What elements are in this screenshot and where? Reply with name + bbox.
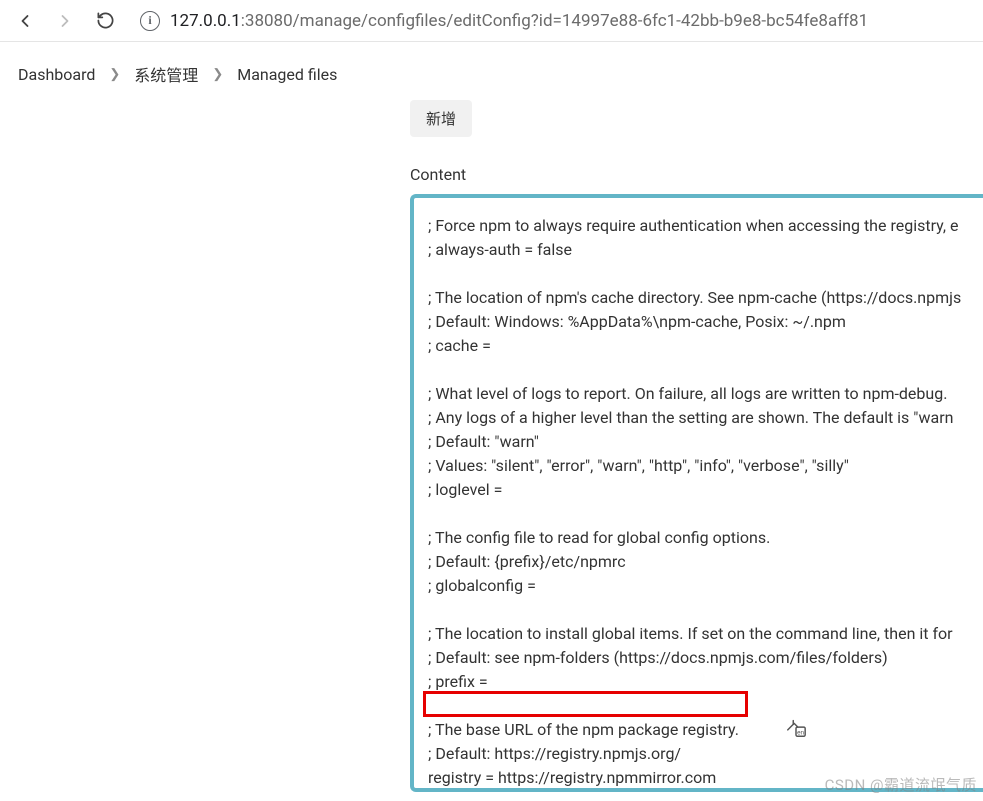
breadcrumb-managed-files[interactable]: Managed files xyxy=(237,65,337,84)
chevron-right-icon: ❯ xyxy=(212,67,223,82)
content-label: Content xyxy=(410,165,983,184)
translate-icon[interactable]: en xyxy=(784,717,808,739)
content-textarea[interactable]: ; Force npm to always require authentica… xyxy=(410,194,983,792)
content-text: ; Force npm to always require authentica… xyxy=(428,216,961,792)
add-button[interactable]: 新增 xyxy=(410,100,472,137)
breadcrumb-system-manage[interactable]: 系统管理 xyxy=(134,62,198,86)
breadcrumb: Dashboard ❯ 系统管理 ❯ Managed files xyxy=(0,42,983,100)
highlight-annotation xyxy=(423,691,748,717)
site-info-icon[interactable]: i xyxy=(140,11,160,31)
main-content: 新增 Content ; Force npm to always require… xyxy=(0,100,983,792)
url-text: 127.0.0.1:38080/manage/configfiles/editC… xyxy=(170,11,868,31)
reload-button[interactable] xyxy=(88,4,122,38)
forward-button[interactable] xyxy=(48,4,82,38)
svg-text:en: en xyxy=(797,728,804,736)
browser-toolbar: i 127.0.0.1:38080/manage/configfiles/edi… xyxy=(0,0,983,42)
address-bar[interactable]: i 127.0.0.1:38080/manage/configfiles/edi… xyxy=(128,4,975,38)
back-button[interactable] xyxy=(8,4,42,38)
chevron-right-icon: ❯ xyxy=(109,67,120,82)
breadcrumb-dashboard[interactable]: Dashboard xyxy=(18,65,95,84)
